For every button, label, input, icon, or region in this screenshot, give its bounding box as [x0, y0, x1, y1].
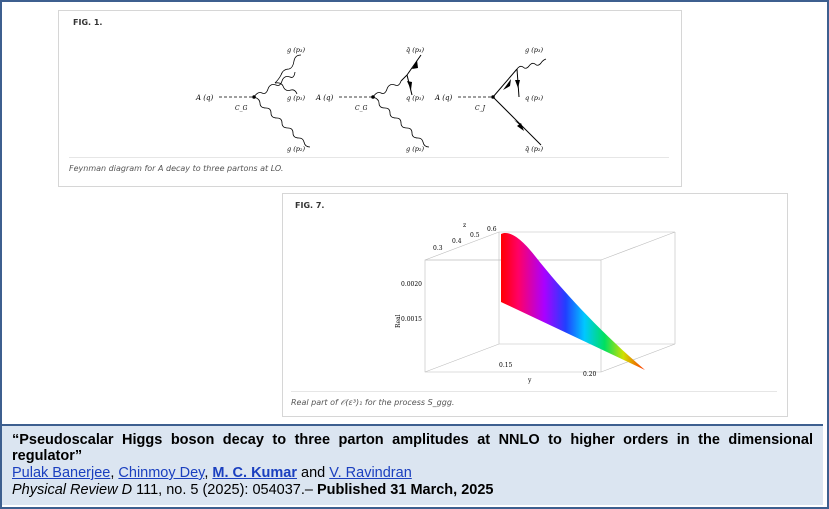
author-link-ravindran[interactable]: V. Ravindran	[329, 465, 412, 481]
diagram2-bot-label: g (p₂)	[406, 145, 425, 153]
surface-plot: z 0.3 0.4 0.5 0.6 Real 0.0020 0.0015 0.1…	[395, 222, 676, 384]
diagram2-vertex-label: C_G	[355, 105, 368, 112]
y-tick-0.20: 0.20	[583, 371, 597, 378]
rainbow-surface	[501, 232, 645, 370]
diagram1-mid-label: g (p₁)	[287, 94, 306, 102]
diagram3-bot-label: q̄ (p₂)	[525, 145, 544, 153]
citation-block: “Pseudoscalar Higgs boson decay to three…	[2, 424, 823, 505]
vertical-tick-0.0020: 0.0020	[401, 281, 422, 288]
figure-7-card: FIG. 7. z 0.3 0.4 0.5 0.6 Real 0.0020 0.…	[282, 193, 788, 417]
y-tick-0.15: 0.15	[499, 362, 513, 369]
z-tick-0.4: 0.4	[452, 238, 462, 245]
figure-7-caption: Real part of 𝒪(ε³)₁ for the process S_gg…	[291, 391, 777, 408]
y-axis-label: y	[527, 377, 532, 384]
author-link-banerjee[interactable]: Pulak Banerjee	[12, 465, 110, 481]
figure-7-label: FIG. 7.	[295, 201, 325, 210]
diagram3-top-label: g (p₃)	[525, 46, 544, 54]
vertical-tick-0.0015: 0.0015	[401, 316, 422, 323]
journal-name: Physical Review D	[12, 482, 133, 498]
z-tick-0.6: 0.6	[487, 226, 497, 233]
figure-1-card: FIG. 1. A (q) C_G g (p₃) g (p₁) g (p₂) A…	[58, 10, 682, 187]
feynman-diagram-qqg: A (q) C_G q̄ (p₃) q (p₁) g (p₂)	[315, 46, 430, 153]
author-list: Pulak Banerjee, Chinmoy Dey, M. C. Kumar…	[12, 465, 813, 482]
journal-details: 111, no. 5 (2025): 054037.–	[132, 482, 317, 498]
author-link-dey[interactable]: Chinmoy Dey	[118, 465, 204, 481]
diagram2-top-label: q̄ (p₃)	[406, 46, 425, 54]
z-tick-0.3: 0.3	[433, 245, 443, 252]
journal-reference: Physical Review D 111, no. 5 (2025): 054…	[12, 482, 813, 499]
z-tick-0.5: 0.5	[470, 232, 480, 239]
diagram3-mid-label: q (p₁)	[525, 94, 544, 102]
diagram1-top-label: g (p₃)	[287, 46, 306, 54]
diagram1-bot-label: g (p₂)	[287, 145, 306, 153]
diagram2-mid-label: q (p₁)	[406, 94, 425, 102]
published-date: Published 31 March, 2025	[316, 482, 494, 498]
diagram1-in-label: A (q)	[195, 94, 213, 102]
diagram1-vertex-label: C_G	[235, 105, 248, 112]
figure-1-label: FIG. 1.	[73, 18, 103, 27]
feynman-diagram-gggg: A (q) C_G g (p₃) g (p₁) g (p₂)	[195, 46, 311, 153]
diagram3-in-label: A (q)	[434, 94, 452, 102]
figure-1-caption: Feynman diagram for A decay to three par…	[69, 157, 669, 173]
paper-title: “Pseudoscalar Higgs boson decay to three…	[12, 432, 813, 464]
feynman-diagram-qqbarg: A (q) C_J g (p₃) q (p₁) q̄ (p₂)	[434, 46, 547, 153]
diagram2-in-label: A (q)	[315, 94, 333, 102]
z-axis-label: z	[463, 222, 466, 229]
author-and: and	[297, 465, 330, 481]
diagram3-vertex-label: C_J	[475, 105, 486, 112]
author-link-kumar[interactable]: M. C. Kumar	[212, 465, 297, 481]
